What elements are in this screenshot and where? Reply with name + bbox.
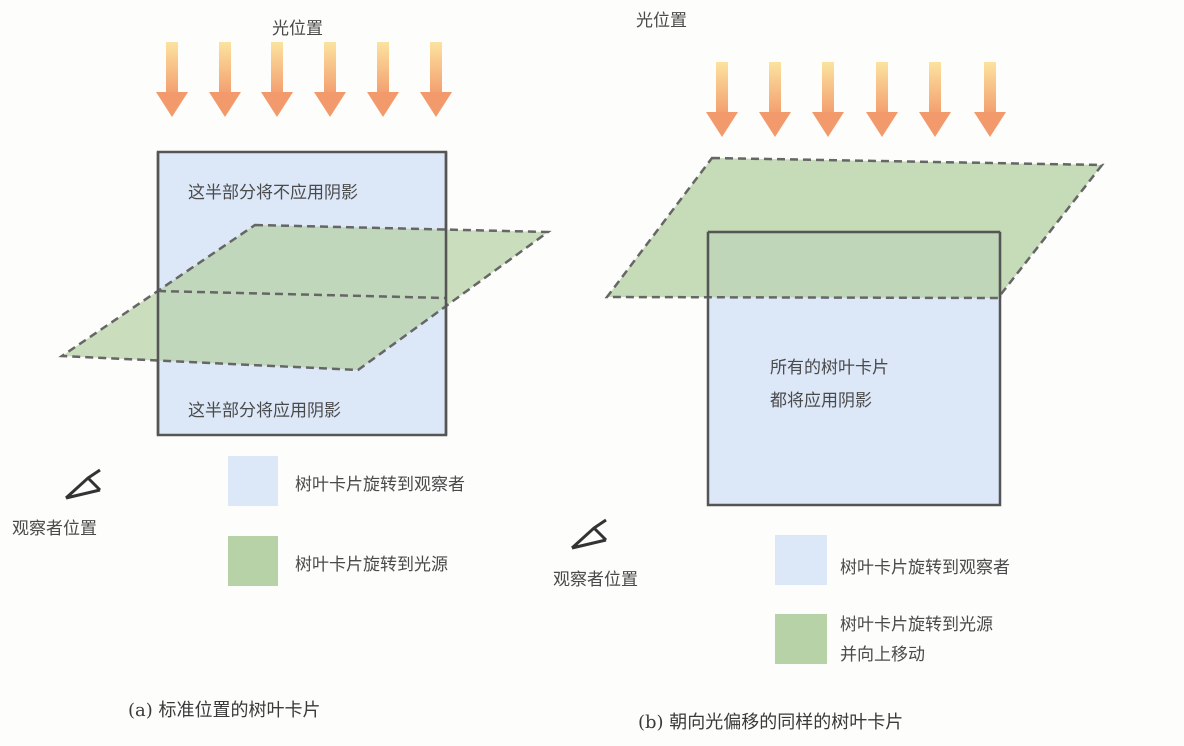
diagram-canvas: [58, 42, 1105, 664]
legend-label-green-b-2: 并向上移动: [840, 645, 925, 665]
caption-a: (a) 标准位置的树叶卡片: [128, 700, 321, 721]
eye-icon-b: [570, 518, 608, 550]
light-arrows-a: [156, 42, 452, 117]
upper-half-text: 这半部分将不应用阴影: [188, 183, 358, 203]
viewer-label-a: 观察者位置: [12, 519, 97, 539]
light-card-a: [58, 223, 552, 372]
legend-swatch-green-a: [228, 536, 278, 586]
legend-label-blue-a: 树叶卡片旋转到观察者: [295, 475, 465, 495]
legend-swatch-blue-a: [228, 456, 278, 506]
light-position-label-b: 光位置: [636, 11, 687, 31]
legend-label-green-a: 树叶卡片旋转到光源: [295, 555, 448, 575]
viewer-label-b: 观察者位置: [553, 570, 638, 590]
caption-b: (b) 朝向光偏移的同样的树叶卡片: [638, 712, 904, 733]
eye-icon-a: [64, 468, 102, 500]
legend-swatch-blue-b: [775, 535, 827, 585]
legend-label-blue-b: 树叶卡片旋转到观察者: [840, 558, 1010, 578]
light-card-b: [604, 156, 1105, 300]
lower-half-text: 这半部分将应用阴影: [188, 401, 341, 421]
center-text-2: 都将应用阴影: [770, 391, 872, 411]
legend-swatch-green-b: [775, 614, 827, 664]
light-arrows-b: [706, 62, 1006, 137]
light-position-label-a: 光位置: [272, 19, 323, 39]
center-text-1: 所有的树叶卡片: [770, 358, 889, 378]
legend-label-green-b: 树叶卡片旋转到光源: [840, 615, 993, 635]
